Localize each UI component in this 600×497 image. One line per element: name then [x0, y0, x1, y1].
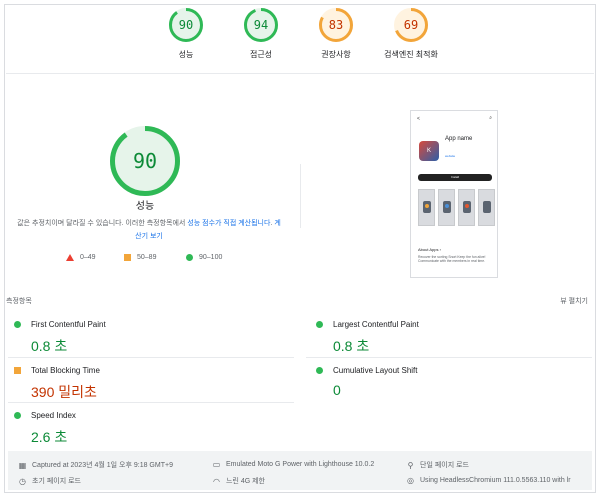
install-button: Install — [418, 174, 492, 181]
metric-tbt: Total Blocking Time 390 밀리초 — [14, 366, 284, 402]
footer-browser: ◎ Using HeadlessChromium 111.0.5563.110 w… — [406, 476, 588, 485]
gauge-performance[interactable]: 90 성능 — [146, 8, 226, 60]
legend-average: 50–89 — [124, 254, 156, 261]
metric-lcp: Largest Contentful Paint 0.8 초 — [316, 320, 586, 356]
app-name: App name — [445, 136, 473, 142]
metric-fcp: First Contentful Paint 0.8 초 — [14, 320, 284, 356]
metric-name: First Contentful Paint — [31, 320, 106, 329]
legend-label: 50–89 — [137, 254, 157, 261]
gauge-label: 성능 — [178, 50, 194, 59]
metric-name: Speed Index — [31, 411, 76, 420]
gauge-accessibility[interactable]: 94 접근성 — [221, 8, 301, 60]
metric-value: 390 밀리초 — [31, 384, 97, 400]
performance-gauge: 90 — [110, 126, 180, 196]
metric-speed-index: Speed Index 2.6 초 — [14, 411, 284, 447]
triangle-icon — [66, 254, 74, 261]
section-divider — [300, 164, 301, 228]
pass-icon — [316, 321, 323, 328]
performance-score: 90 — [132, 149, 158, 173]
browser-icon: ◎ — [407, 476, 414, 485]
legend-label: 90–100 — [199, 254, 223, 261]
app-icon: K — [419, 141, 439, 161]
legend-fail: 0–49 — [66, 254, 96, 261]
metric-name: Largest Contentful Paint — [333, 320, 419, 329]
timer-icon: ◷ — [19, 476, 26, 486]
gauge-label: 접근성 — [249, 50, 273, 59]
score-gauges: 90 성능 94 접근성 83 권장사항 69 검색엔진 최적화 — [0, 8, 600, 68]
gauge-score: 69 — [403, 18, 419, 32]
metrics-header: 측정항목 — [6, 298, 32, 305]
metric-value: 0 — [333, 382, 341, 398]
network-text: 느린 4G 제한 — [226, 478, 265, 485]
session-text: 단일 페이지 로드 — [420, 462, 469, 469]
gauge-score: 90 — [178, 18, 194, 32]
thumbnail — [438, 189, 455, 226]
thumbnail — [478, 189, 495, 226]
initial-load-text: 초기 페이지 로드 — [32, 478, 81, 485]
score-disclaimer: 값은 추정치이며 달라질 수 있습니다. 이러한 측정항목에서 성능 점수가 직… — [14, 217, 284, 243]
footer-network: ◠ 느린 4G 제한 — [212, 476, 402, 486]
gauge-seo[interactable]: 69 검색엔진 최적화 — [371, 8, 451, 60]
header-divider — [6, 73, 594, 74]
thumbnail — [458, 189, 475, 226]
session-icon: ⚲ — [407, 460, 414, 470]
metric-name: Cumulative Layout Shift — [333, 366, 418, 375]
footer-initial-load: ◷ 초기 페이지 로드 — [18, 476, 208, 486]
gauge-best-practices[interactable]: 83 권장사항 — [296, 8, 376, 60]
legend-pass: 90–100 — [186, 254, 222, 261]
pass-icon — [14, 321, 21, 328]
metric-divider — [306, 357, 592, 358]
score-calculation-link[interactable]: 성능 점수가 직접 계산됩니다 — [187, 220, 270, 227]
square-icon — [124, 254, 131, 261]
gauge-label: 검색엔진 최적화 — [384, 50, 438, 59]
metric-divider — [8, 357, 294, 358]
screenshot-thumbnails — [418, 189, 497, 226]
metric-value: 0.8 초 — [31, 338, 68, 354]
metric-value: 2.6 초 — [31, 429, 68, 445]
device-text: Emulated Moto G Power with Lighthouse 10… — [226, 461, 375, 468]
app-link: website — [445, 154, 456, 158]
final-screenshot[interactable]: < ⌕ K App name website Install About App… — [410, 110, 498, 278]
score-legend: 0–49 50–89 90–100 — [66, 254, 246, 264]
gauge-label: 권장사항 — [321, 50, 351, 59]
captured-text: Captured at 2023년 4월 1일 오후 9:18 GMT+9 — [32, 462, 173, 469]
disclaimer-text: 값은 추정치이며 달라질 수 있습니다. 이러한 측정항목에서 — [17, 220, 188, 227]
search-icon: ⌕ — [489, 115, 492, 121]
footer-session: ⚲ 단일 페이지 로드 — [406, 460, 588, 470]
metric-cls: Cumulative Layout Shift 0 — [316, 366, 586, 398]
calendar-icon: ▦ — [18, 460, 27, 470]
runtime-settings: ▦ Captured at 2023년 4월 1일 오후 9:18 GMT+9 ▭… — [8, 451, 592, 490]
footer-device: ▭ Emulated Moto G Power with Lighthouse 1… — [212, 460, 402, 469]
footer-captured: ▦ Captured at 2023년 4월 1일 오후 9:18 GMT+9 — [18, 460, 208, 470]
pass-icon — [316, 367, 323, 374]
expand-view-toggle[interactable]: 뷰 펼치기 — [560, 296, 588, 306]
metric-divider — [8, 402, 294, 403]
browser-text: Using HeadlessChromium 111.0.5563.110 wi… — [420, 477, 571, 484]
app-description: Recover the sorting Snort Keep the fun a… — [418, 255, 486, 263]
wifi-icon: ◠ — [213, 476, 220, 486]
metric-name: Total Blocking Time — [31, 366, 100, 375]
back-icon: < — [417, 116, 420, 122]
device-icon: ▭ — [212, 460, 221, 469]
thumbnail — [418, 189, 435, 226]
average-icon — [14, 367, 21, 374]
circle-icon — [186, 254, 193, 261]
metric-value: 0.8 초 — [333, 338, 370, 354]
pass-icon — [14, 412, 21, 419]
gauge-score: 94 — [253, 18, 269, 32]
about-heading: About Apps › — [418, 247, 441, 252]
gauge-score: 83 — [328, 18, 344, 32]
legend-label: 0–49 — [80, 254, 96, 261]
performance-title: 성능 — [135, 201, 155, 212]
